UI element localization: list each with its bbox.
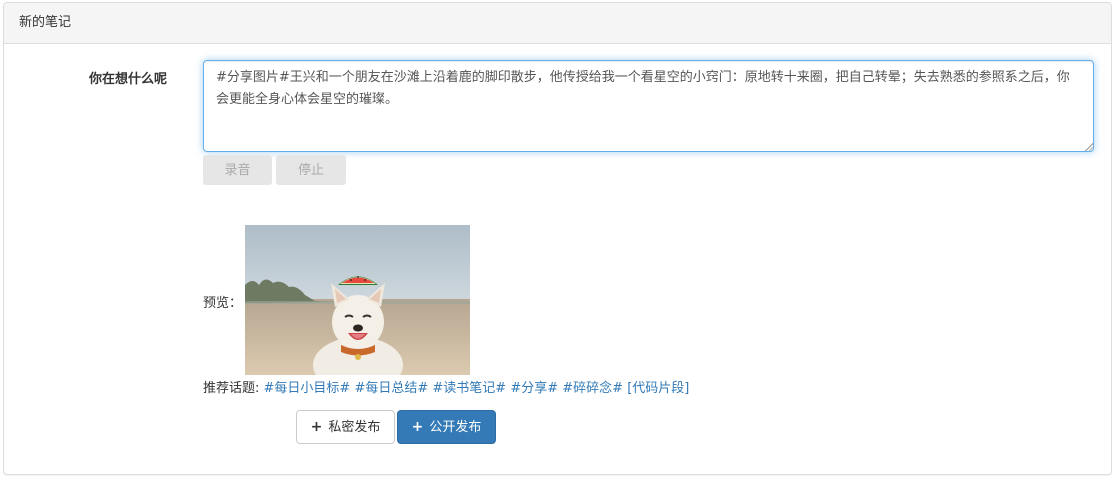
topic-link-reading-notes[interactable]: #读书笔记# xyxy=(432,381,506,396)
topic-link-ramblings[interactable]: #碎碎念# xyxy=(562,381,623,396)
record-button[interactable]: 录音 xyxy=(203,155,272,185)
plus-icon: + xyxy=(310,419,323,435)
note-textarea[interactable] xyxy=(203,60,1094,152)
preview-label: 预览： xyxy=(203,296,243,311)
topic-link-code-snippet[interactable]: [代码片段] xyxy=(627,381,689,396)
new-note-panel: 新的笔记 你在想什么呢 录音 停止 预览： xyxy=(3,2,1112,475)
private-publish-label: 私密发布 xyxy=(328,420,381,435)
stop-button[interactable]: 停止 xyxy=(276,155,346,185)
topic-link-daily-goal[interactable]: #每日小目标# xyxy=(264,381,351,396)
topic-link-share[interactable]: #分享# xyxy=(510,381,558,396)
textarea-resize-handle[interactable] xyxy=(1084,142,1093,151)
suggested-topics-label: 推荐话题: xyxy=(203,381,260,396)
suggested-topics: 推荐话题: #每日小目标# #每日总结# #读书笔记# #分享# #碎碎念# [… xyxy=(203,377,689,396)
public-publish-button[interactable]: + 公开发布 xyxy=(397,410,496,444)
panel-title: 新的笔记 xyxy=(4,3,1111,44)
private-publish-button[interactable]: + 私密发布 xyxy=(296,410,395,444)
public-publish-label: 公开发布 xyxy=(429,420,482,435)
dog-with-watermelon-photo xyxy=(245,225,470,375)
preview-image xyxy=(245,225,470,375)
topic-link-daily-summary[interactable]: #每日总结# xyxy=(354,381,428,396)
thought-label: 你在想什么呢 xyxy=(89,72,168,87)
plus-icon: + xyxy=(411,419,424,435)
